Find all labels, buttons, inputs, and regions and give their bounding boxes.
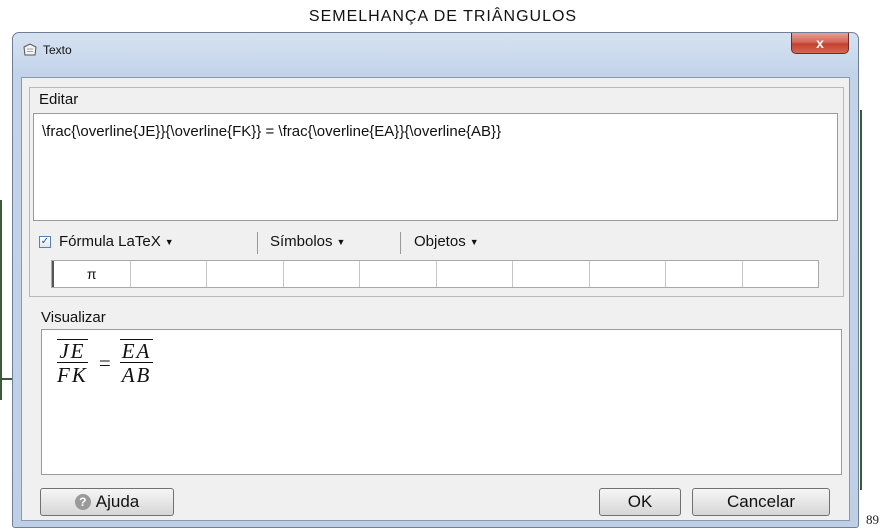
chevron-down-icon: ▼ — [469, 237, 479, 248]
chevron-down-icon: ▼ — [164, 237, 174, 248]
symbol-cell[interactable] — [513, 261, 590, 287]
right-fraction: EA AB — [119, 339, 154, 387]
editor-legend: Editar — [39, 91, 79, 108]
symbol-cell[interactable] — [284, 261, 360, 287]
symbols-dropdown[interactable]: Símbolos ▼ — [270, 233, 345, 250]
formula-preview: JE FK = EA AB — [41, 329, 842, 475]
close-icon: x — [816, 35, 824, 51]
equals-sign: = — [98, 350, 111, 375]
cancel-button[interactable]: Cancelar — [692, 488, 830, 516]
symbol-cell[interactable] — [131, 261, 207, 287]
latex-formula-dropdown[interactable]: Fórmula LaTeX ▼ — [59, 233, 174, 250]
background-line-left — [0, 200, 2, 400]
background-line-right — [860, 110, 862, 490]
latex-editor-input[interactable]: \frac{\overline{JE}}{\overline{FK}} = \f… — [33, 113, 838, 221]
dialog-title: Texto — [43, 43, 72, 57]
symbol-grid: π — [51, 260, 819, 288]
symbol-cell[interactable] — [437, 261, 513, 287]
toolbar-separator — [257, 232, 258, 254]
preview-legend: Visualizar — [41, 309, 106, 326]
objects-dropdown[interactable]: Objetos ▼ — [414, 233, 479, 250]
left-numerator: JE — [57, 339, 88, 363]
right-numerator: EA — [119, 339, 154, 363]
page-title: SEMELHANÇA DE TRIÂNGULOS — [308, 8, 578, 25]
objects-label: Objetos — [414, 233, 466, 250]
chevron-down-icon: ▼ — [336, 237, 346, 248]
left-denominator: FK — [57, 363, 88, 387]
symbol-cell[interactable] — [590, 261, 666, 287]
symbol-cell[interactable] — [207, 261, 284, 287]
cancel-button-label: Cancelar — [726, 492, 796, 511]
left-fraction: JE FK — [55, 339, 90, 387]
symbols-label: Símbolos — [270, 233, 333, 250]
symbol-cell[interactable]: π — [52, 261, 131, 287]
help-button-label: Ajuda — [95, 492, 140, 511]
help-icon: ? — [74, 493, 91, 510]
toolbar-separator — [400, 232, 401, 254]
symbol-cell[interactable] — [666, 261, 743, 287]
text-dialog: Texto x Editar \frac{\overline{JE}}{\ove… — [12, 32, 859, 528]
close-button[interactable]: x — [791, 33, 849, 54]
rendered-formula: JE FK = EA AB — [55, 339, 154, 387]
text-object-icon — [23, 43, 37, 56]
symbol-cell[interactable] — [360, 261, 437, 287]
latex-formula-checkbox[interactable]: ✓ — [39, 236, 51, 248]
ok-button[interactable]: OK — [599, 488, 681, 516]
latex-formula-label: Fórmula LaTeX — [59, 233, 161, 250]
dialog-titlebar[interactable]: Texto x — [13, 33, 858, 67]
page-number: 89 — [866, 512, 879, 527]
ok-button-label: OK — [627, 492, 653, 511]
symbol-cell[interactable] — [743, 261, 819, 287]
help-button[interactable]: ? Ajuda — [40, 488, 174, 516]
right-denominator: AB — [119, 362, 154, 387]
